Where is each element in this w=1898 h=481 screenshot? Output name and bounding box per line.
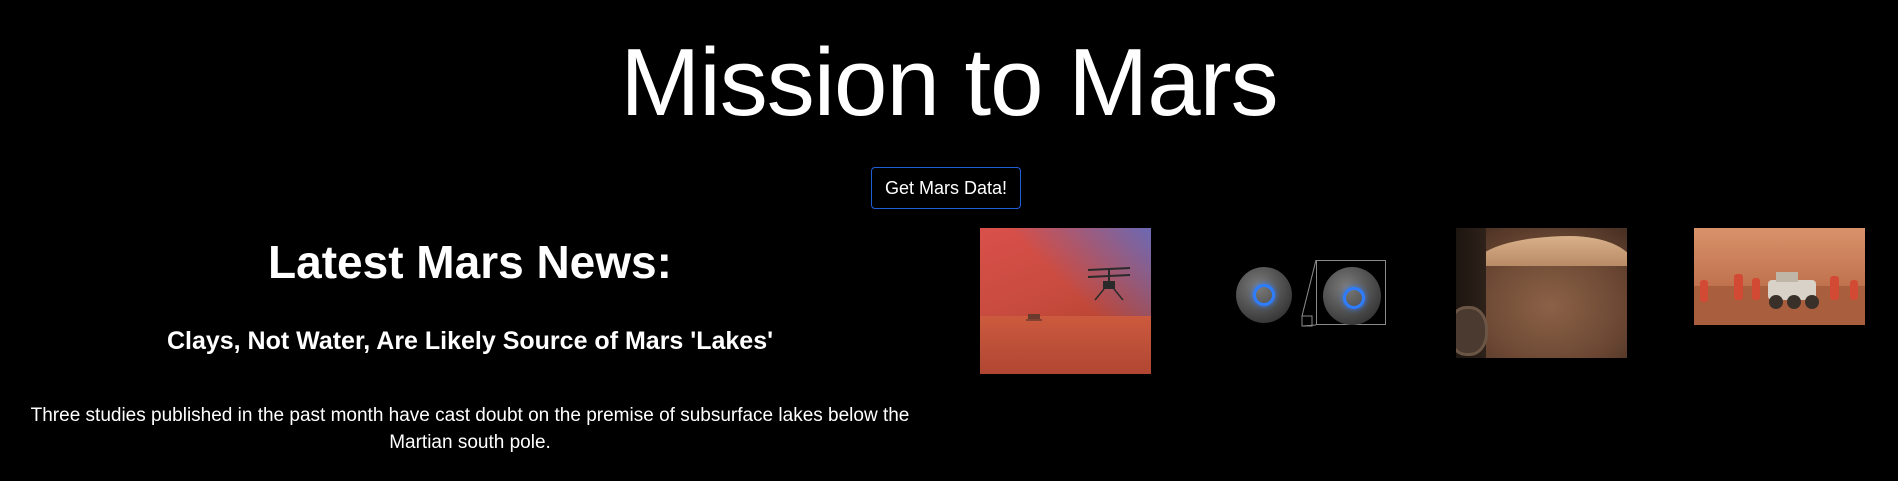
news-section: Latest Mars News: Clays, Not Water, Are …	[0, 228, 940, 456]
get-mars-data-button[interactable]: Get Mars Data!	[871, 167, 1021, 209]
page: Mission to Mars Get Mars Data! Latest Ma…	[0, 0, 1898, 481]
news-paragraph: Three studies published in the past mont…	[30, 405, 910, 453]
horizon-sky	[1474, 236, 1627, 266]
helicopter-icon	[1026, 267, 1131, 321]
news-heading: Latest Mars News:	[268, 236, 672, 288]
rover-wheel-icon	[1456, 306, 1488, 356]
zoom-lines	[1301, 260, 1317, 327]
terrain-image	[1456, 228, 1627, 358]
helicopter-image	[980, 228, 1151, 374]
globes-image	[1232, 260, 1387, 330]
rover-image	[1694, 228, 1865, 325]
rover-scene	[1694, 272, 1865, 325]
page-title: Mission to Mars	[620, 29, 1278, 136]
news-title: Clays, Not Water, Are Likely Source of M…	[166, 327, 774, 355]
